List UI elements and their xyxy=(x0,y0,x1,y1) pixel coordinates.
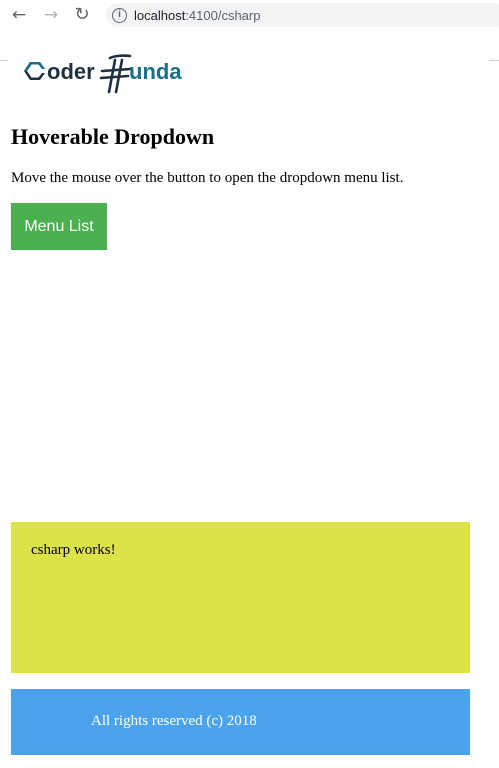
coder-funda-logo[interactable]: oder unda xyxy=(18,54,208,98)
back-arrow-icon[interactable]: ← xyxy=(8,4,30,26)
component-text: csharp works! xyxy=(31,542,116,558)
page-description: Move the mouse over the button to open t… xyxy=(11,170,404,186)
page-title: Hoverable Dropdown xyxy=(11,124,215,149)
reload-icon[interactable]: ↻ xyxy=(71,4,93,26)
footer-text: All rights reserved (c) 2018 xyxy=(91,713,257,729)
menu-list-button[interactable]: Menu List xyxy=(11,203,107,250)
component-panel: csharp works! xyxy=(11,522,470,673)
browser-toolbar: ← → ↻ i localhost:4100/csharp xyxy=(0,0,499,30)
divider xyxy=(0,60,8,61)
info-icon[interactable]: i xyxy=(112,7,127,23)
url-host: localhost xyxy=(134,7,186,23)
forward-arrow-icon[interactable]: → xyxy=(40,4,62,26)
divider xyxy=(489,60,499,61)
url-path: :4100/csharp xyxy=(185,7,261,23)
url-text[interactable]: localhost:4100/csharp xyxy=(134,8,260,23)
logo-text-oder: oder xyxy=(47,59,95,84)
logo-hash-icon xyxy=(99,54,132,94)
logo-text-unda: unda xyxy=(129,59,182,84)
footer: All rights reserved (c) 2018 xyxy=(11,689,470,755)
address-bar[interactable]: i localhost:4100/csharp xyxy=(106,3,499,27)
